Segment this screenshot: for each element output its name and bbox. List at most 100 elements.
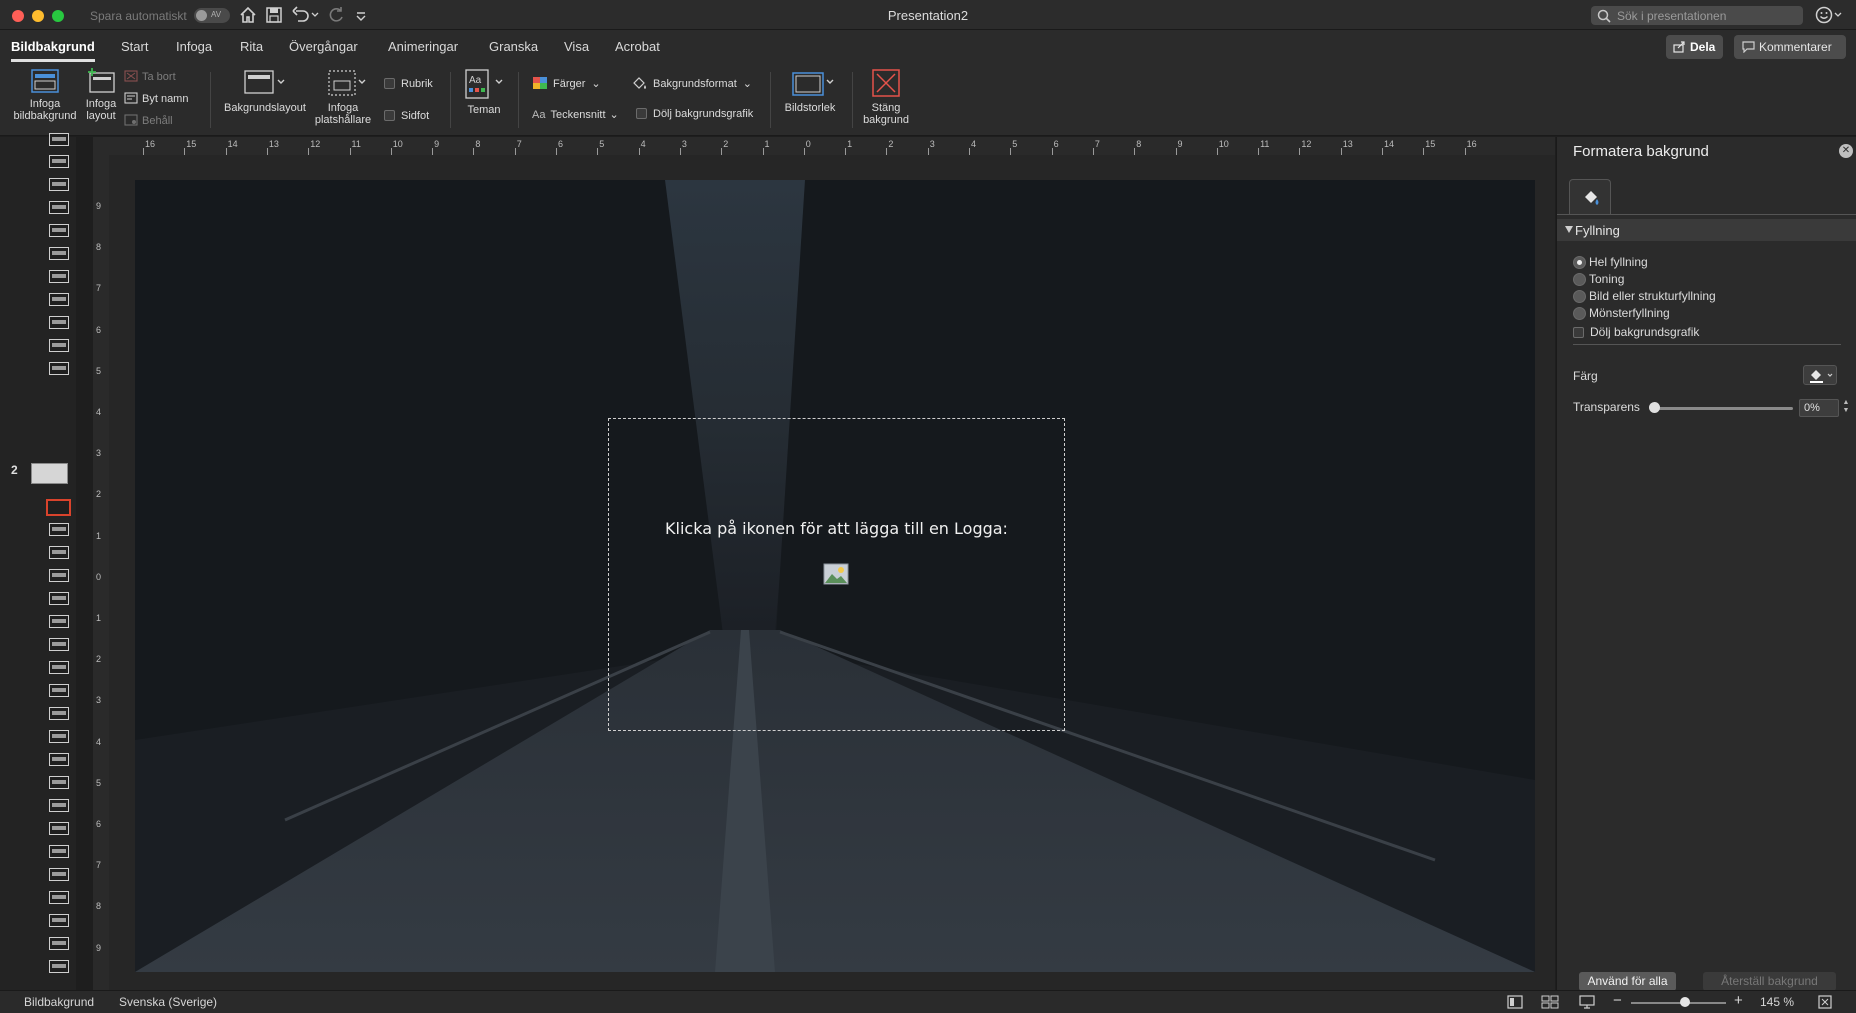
slide-size-button[interactable]: Bildstorlek xyxy=(780,68,840,114)
slide-canvas-area[interactable]: Klicka på ikonen för att lägga till en L… xyxy=(109,155,1555,990)
customize-toolbar-icon[interactable] xyxy=(354,5,368,25)
insert-placeholder-button[interactable]: Infoga platshållare xyxy=(312,68,374,126)
layout-thumbnail[interactable] xyxy=(49,615,69,628)
radio-pattern-fill-button[interactable] xyxy=(1573,307,1586,320)
layout-thumbnail[interactable] xyxy=(49,155,69,168)
fill-tab[interactable] xyxy=(1569,179,1611,214)
colors-button[interactable]: Färger ⌄ xyxy=(532,76,601,90)
zoom-slider-knob[interactable] xyxy=(1680,997,1690,1007)
tab-bildbakgrund[interactable]: Bildbakgrund xyxy=(11,39,95,62)
insert-layout-button[interactable]: Infoga layout xyxy=(82,68,120,122)
title-checkbox-box[interactable] xyxy=(384,78,395,89)
transparency-slider-knob[interactable] xyxy=(1649,402,1660,413)
layout-thumbnail[interactable] xyxy=(49,201,69,214)
themes-button[interactable]: Aa Teman xyxy=(462,68,506,116)
search-box[interactable] xyxy=(1591,6,1803,25)
footer-checkbox-box[interactable] xyxy=(384,110,395,121)
tab-infoga[interactable]: Infoga xyxy=(176,39,212,54)
zoom-level[interactable]: 145 % xyxy=(1760,995,1794,1009)
radio-gradient-fill-button[interactable] xyxy=(1573,273,1586,286)
selected-layout-thumbnail[interactable] xyxy=(46,499,71,516)
fill-section-header[interactable]: Fyllning xyxy=(1557,219,1856,241)
layout-thumbnail[interactable] xyxy=(49,592,69,605)
slide-sorter-icon[interactable] xyxy=(1541,994,1559,1010)
layout-thumbnail[interactable] xyxy=(49,546,69,559)
layout-thumbnail[interactable] xyxy=(49,845,69,858)
zoom-slider-track[interactable] xyxy=(1631,1002,1726,1004)
home-icon[interactable] xyxy=(238,5,258,25)
close-master-view-button[interactable]: Stäng bakgrund xyxy=(858,68,914,126)
insert-picture-icon[interactable] xyxy=(823,563,849,585)
tab-start[interactable]: Start xyxy=(121,39,148,54)
tab-rita[interactable]: Rita xyxy=(240,39,263,54)
transparency-stepper[interactable]: ▲ ▼ xyxy=(1841,399,1851,417)
search-input[interactable] xyxy=(1617,8,1797,23)
normal-view-icon[interactable] xyxy=(1507,994,1523,1010)
minimize-window-button[interactable] xyxy=(32,10,44,22)
color-picker-button[interactable] xyxy=(1803,365,1837,385)
reset-background-button[interactable]: Återställ bakgrund xyxy=(1703,972,1836,991)
master-thumbnail[interactable] xyxy=(31,463,68,484)
logo-picture-placeholder[interactable]: Klicka på ikonen för att lägga till en L… xyxy=(608,418,1065,731)
pane-close-icon[interactable]: ✕ xyxy=(1839,144,1853,158)
share-button[interactable]: Dela xyxy=(1666,35,1723,59)
zoom-out-button[interactable]: − xyxy=(1613,992,1622,1009)
layout-thumbnail[interactable] xyxy=(49,339,69,352)
hide-bg-graphics-box[interactable] xyxy=(636,108,647,119)
comments-button[interactable]: Kommentarer xyxy=(1734,35,1846,59)
layout-thumbnail[interactable] xyxy=(49,753,69,766)
autosave-toggle[interactable]: AV xyxy=(194,8,230,23)
horizontal-ruler[interactable]: 16 15 14 13 12 11 10 9 8 7 6 5 4 3 2 1 0 1 2 3 4 5 6 7 8 9 10 11 12 1… xyxy=(93,137,1555,155)
radio-solid-fill-button[interactable] xyxy=(1573,256,1586,269)
status-language[interactable]: Svenska (Sverige) xyxy=(119,995,217,1009)
hide-bg-graphics-checkbox[interactable]: Dölj bakgrundsgrafik xyxy=(636,108,753,120)
layout-thumbnail[interactable] xyxy=(49,707,69,720)
tab-animeringar[interactable]: Animeringar xyxy=(388,39,458,54)
layout-thumbnail[interactable] xyxy=(49,178,69,191)
layout-thumbnail[interactable] xyxy=(49,891,69,904)
layout-thumbnail[interactable] xyxy=(49,316,69,329)
zoom-in-button[interactable]: + xyxy=(1734,992,1743,1009)
apply-to-all-button[interactable]: Använd för alla xyxy=(1579,972,1676,991)
layout-thumbnail[interactable] xyxy=(49,868,69,881)
radio-picture-fill[interactable]: Bild eller strukturfyllning xyxy=(1573,289,1716,303)
rename-button[interactable]: Byt namn xyxy=(124,92,188,105)
master-layout-button[interactable]: Bakgrundslayout xyxy=(222,68,308,114)
tab-overgangar[interactable]: Övergångar xyxy=(289,39,358,54)
hide-graphics-checkbox[interactable]: Dölj bakgrundsgrafik xyxy=(1573,325,1699,339)
layout-thumbnail[interactable] xyxy=(49,730,69,743)
layout-thumbnail[interactable] xyxy=(49,661,69,674)
radio-gradient-fill[interactable]: Toning xyxy=(1573,272,1624,286)
layout-thumbnail[interactable] xyxy=(49,270,69,283)
radio-picture-fill-button[interactable] xyxy=(1573,290,1586,303)
layout-thumbnail[interactable] xyxy=(49,799,69,812)
layout-thumbnail[interactable] xyxy=(49,684,69,697)
layout-thumbnail[interactable] xyxy=(49,293,69,306)
footer-checkbox[interactable]: Sidfot xyxy=(384,110,429,122)
background-styles-button[interactable]: Bakgrundsformat ⌄ xyxy=(632,76,752,90)
layout-thumbnail[interactable] xyxy=(49,362,69,375)
feedback-smiley-icon[interactable] xyxy=(1814,5,1844,25)
delete-button[interactable]: Ta bort xyxy=(124,70,176,83)
vertical-ruler[interactable]: 9 8 7 6 5 4 3 2 1 0 1 2 3 4 5 6 7 8 9 xyxy=(93,155,109,990)
slide-master-layout[interactable]: Klicka på ikonen för att lägga till en L… xyxy=(135,180,1535,972)
tab-acrobat[interactable]: Acrobat xyxy=(615,39,660,54)
preserve-button[interactable]: Behåll xyxy=(124,114,173,127)
layout-thumbnail[interactable] xyxy=(49,569,69,582)
undo-icon[interactable] xyxy=(290,5,322,25)
layout-thumbnail[interactable] xyxy=(49,638,69,651)
radio-solid-fill[interactable]: Hel fyllning xyxy=(1573,255,1648,269)
tab-granska[interactable]: Granska xyxy=(489,39,538,54)
insert-master-button[interactable]: Infoga bildbakgrund xyxy=(10,68,80,122)
layout-thumbnail[interactable] xyxy=(49,960,69,973)
slide-thumbnail-pane[interactable]: 2 xyxy=(0,133,76,990)
layout-thumbnail[interactable] xyxy=(49,224,69,237)
hide-graphics-checkbox-box[interactable] xyxy=(1573,327,1584,338)
fit-to-window-icon[interactable] xyxy=(1817,994,1833,1010)
title-checkbox[interactable]: Rubrik xyxy=(384,78,433,90)
fonts-button[interactable]: Aa Teckensnitt ⌄ xyxy=(532,108,619,121)
layout-thumbnail[interactable] xyxy=(49,776,69,789)
save-icon[interactable] xyxy=(264,5,284,25)
layout-thumbnail[interactable] xyxy=(49,822,69,835)
transparency-slider-track[interactable] xyxy=(1653,407,1793,410)
